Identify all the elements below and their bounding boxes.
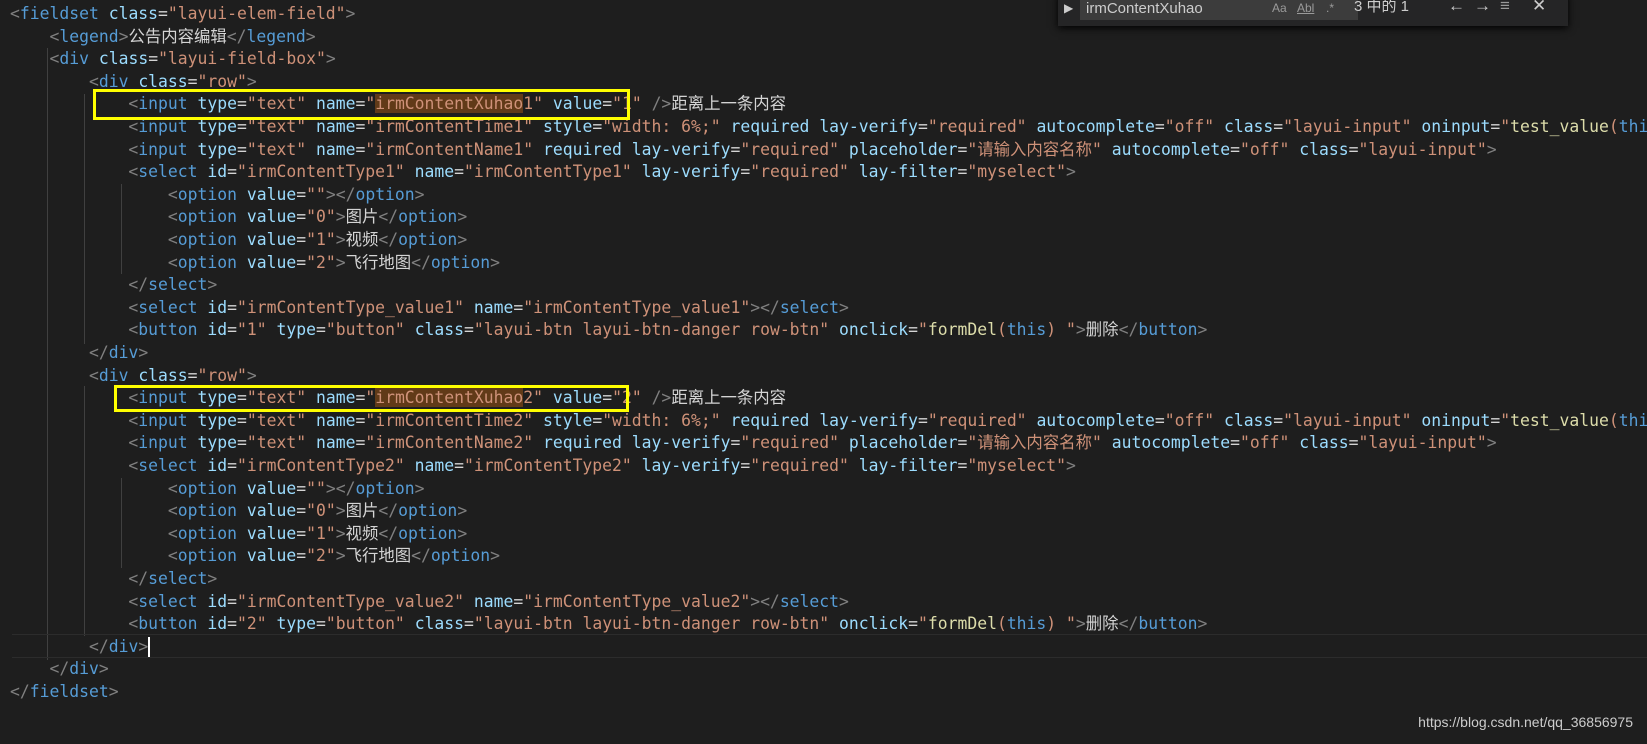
code-line[interactable]: <select id="irmContentType2" name="irmCo… bbox=[10, 454, 1075, 478]
regex-toggle[interactable]: .* bbox=[1326, 0, 1334, 18]
code-line[interactable]: <input type="text" name="irmContentXuhao… bbox=[10, 92, 786, 116]
code-line[interactable]: <option value=""></option> bbox=[10, 477, 425, 501]
current-line-highlight bbox=[12, 634, 1647, 658]
code-line[interactable]: <div class="row"> bbox=[10, 364, 257, 388]
lines-icon[interactable]: ≡ bbox=[1500, 0, 1510, 18]
find-widget: ▶ Aa Abl .* 3 中的 1 ← → ≡ ✕ bbox=[1058, 0, 1568, 26]
code-line[interactable]: </div> bbox=[10, 657, 108, 681]
code-line[interactable]: <select id="irmContentType_value2" name=… bbox=[10, 590, 848, 614]
watermark: https://blog.csdn.net/qq_36856975 bbox=[1418, 714, 1633, 730]
code-line[interactable]: <option value="1">视频</option> bbox=[10, 228, 467, 252]
code-line[interactable]: <option value="1">视频</option> bbox=[10, 522, 467, 546]
code-line[interactable]: <button id="1" type="button" class="layu… bbox=[10, 318, 1207, 342]
code-line[interactable]: <input type="text" name="irmContentTime1… bbox=[10, 115, 1647, 139]
code-line[interactable]: <select id="irmContentType1" name="irmCo… bbox=[10, 160, 1075, 184]
code-line[interactable]: <input type="text" name="irmContentName2… bbox=[10, 431, 1496, 455]
code-line[interactable]: <option value="2">飞行地图</option> bbox=[10, 251, 500, 275]
code-line[interactable]: <button id="2" type="button" class="layu… bbox=[10, 612, 1207, 636]
match-case-toggle[interactable]: Aa bbox=[1272, 0, 1287, 18]
code-line[interactable]: </div> bbox=[10, 341, 148, 365]
code-line[interactable]: </select> bbox=[10, 273, 217, 297]
find-input[interactable] bbox=[1080, 0, 1358, 20]
code-line[interactable]: <input type="text" name="irmContentXuhao… bbox=[10, 386, 786, 410]
text-caret bbox=[148, 637, 151, 658]
code-line[interactable]: <option value=""></option> bbox=[10, 183, 425, 207]
code-line[interactable]: <select id="irmContentType_value1" name=… bbox=[10, 296, 848, 320]
close-icon[interactable]: ✕ bbox=[1532, 0, 1546, 18]
code-line[interactable]: </fieldset> bbox=[10, 680, 119, 704]
code-line[interactable]: <option value="0">图片</option> bbox=[10, 205, 467, 229]
chevron-right-icon[interactable]: ▶ bbox=[1064, 1, 1073, 15]
code-line[interactable]: <input type="text" name="irmContentTime2… bbox=[10, 409, 1647, 433]
code-editor[interactable]: <fieldset class="layui-elem-field"> <leg… bbox=[0, 0, 1647, 744]
arrow-left-icon[interactable]: ← bbox=[1448, 0, 1465, 18]
code-line[interactable]: <option value="0">图片</option> bbox=[10, 499, 467, 523]
code-line[interactable]: <fieldset class="layui-elem-field"> bbox=[10, 2, 355, 26]
code-line[interactable]: <option value="2">飞行地图</option> bbox=[10, 544, 500, 568]
code-line[interactable]: </div> bbox=[10, 635, 151, 659]
whole-word-toggle[interactable]: Abl bbox=[1297, 0, 1314, 18]
code-line[interactable]: <legend>公告内容编辑</legend> bbox=[10, 25, 315, 49]
code-line[interactable]: </select> bbox=[10, 567, 217, 591]
arrow-right-icon[interactable]: → bbox=[1474, 0, 1491, 18]
code-line[interactable]: <div class="layui-field-box"> bbox=[10, 47, 335, 71]
find-result-count: 3 中的 1 bbox=[1354, 0, 1410, 15]
code-line[interactable]: <div class="row"> bbox=[10, 70, 257, 94]
code-line[interactable]: <input type="text" name="irmContentName1… bbox=[10, 138, 1496, 162]
